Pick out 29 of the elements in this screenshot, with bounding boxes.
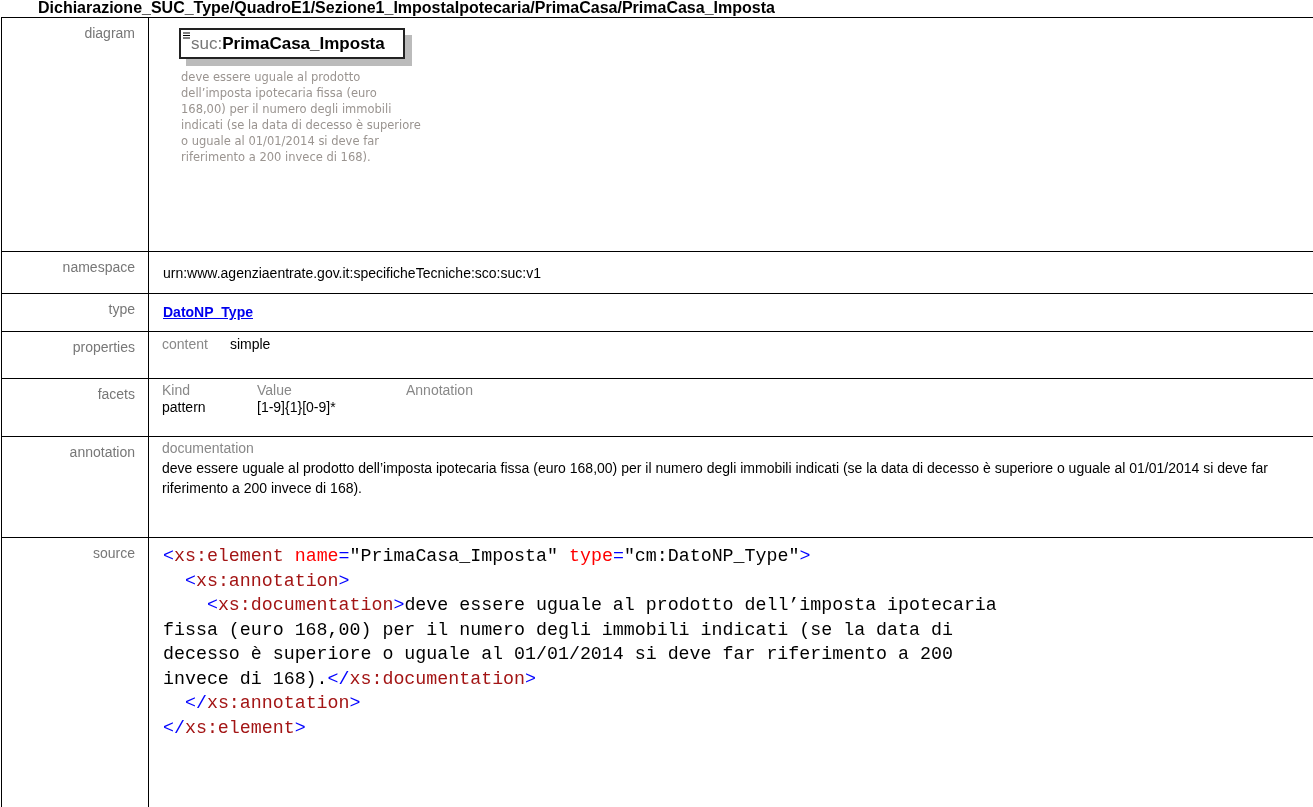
code-line: <xs:documentation>deve essere uguale al prodotto dell’imposta ipotecaria [205,594,997,617]
code-line: </xs:annotation> [183,692,361,715]
code-line: </xs:element> [163,716,306,740]
property-value: simple [229,336,271,352]
namespace-value: urn:www.agenziaentrate.gov.it:specificheTecniche:sco:suc:v1 [163,265,541,281]
row-label: source [92,545,135,561]
code-line: decesso è superiore o uguale al 01/01/2014 si deve far riferimento a 200 [163,643,953,666]
row-label: annotation [69,444,135,460]
type-link[interactable]: DatoNP_Type [163,304,253,320]
code-line: invece di 168).</xs:documentation> [163,667,537,691]
code-line: <xs:element name="PrimaCasa_Imposta" type="cm:DatoNP_Type"> [163,545,811,568]
row-label: facets [97,386,135,402]
table-cell-text: [1-9]{1}[0-9]* [257,399,337,416]
lines-icon [183,32,190,39]
page-title: Dichiarazione_SUC_Type/QuadroE1/Sezione1_ImpostaIpotecaria/PrimaCasa/PrimaCasa_Imposta [37,0,776,17]
column-header: Kind [162,382,192,399]
column-header: Value [257,382,293,399]
row-label: properties [72,339,135,355]
property-key: content [162,336,208,352]
annotation-text: deve essere uguale al prodotto dell’imposta ipotecaria fissa (euro 168,00) per il numero degli immobili indicati (se la data di decesso è superiore o uguale al 01/01/2014 si deve far riferimento a 200 invece di 168). [162,459,1269,498]
annotation-heading: documentation [162,440,255,457]
element-description: deve essere uguale al prodotto dell’imposta ipotecaria fissa (euro 168,00) per il numero degli immobili indicati (se la data di decesso è superiore o uguale al 01/01/2014 si deve far riferimento a 200 invece di 168). [181,69,421,165]
row-label: type [108,301,135,317]
row-label: namespace [62,259,135,275]
column-header: Annotation [406,382,474,399]
code-line: <xs:annotation> [183,569,350,593]
row-label: diagram [84,25,135,41]
table-cell-text: pattern [162,399,207,416]
code-line: fissa (euro 168,00) per il numero degli immobili indicati (se la data di [163,618,953,642]
